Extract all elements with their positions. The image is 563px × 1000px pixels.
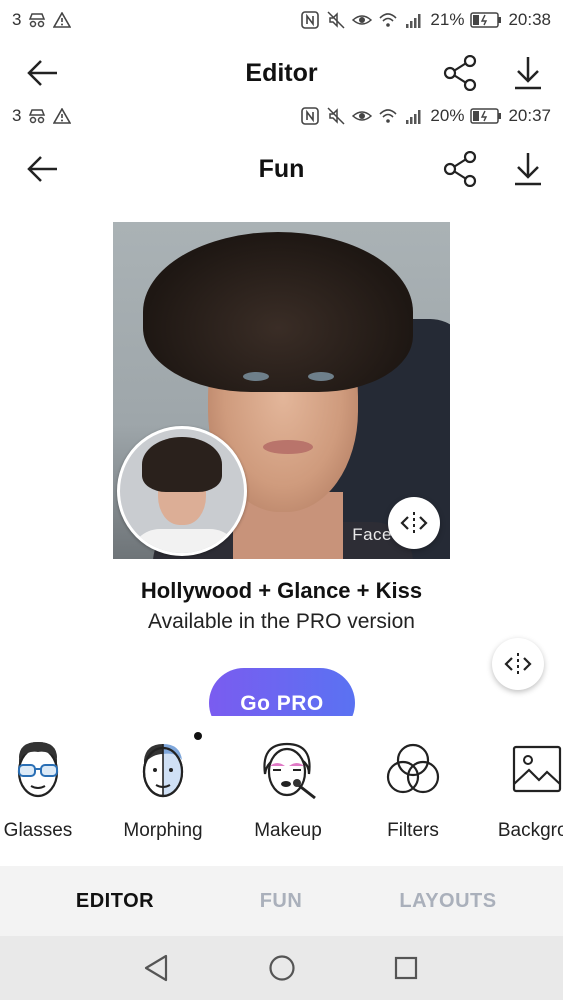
eye-icon [352, 111, 373, 121]
battery-icon [470, 108, 502, 124]
square-recents-icon [394, 956, 418, 980]
photo-eye-left [243, 372, 269, 381]
tab-fun[interactable]: FUN [196, 866, 366, 936]
battery-percent: 20% [430, 106, 465, 125]
nfc-icon [301, 11, 320, 29]
back-button[interactable] [24, 150, 62, 188]
tool-label: Filters [387, 820, 439, 841]
compare-icon [504, 653, 532, 675]
tool-label: Makeup [254, 820, 322, 841]
new-indicator-dot [194, 732, 202, 740]
arrow-left-icon [27, 156, 57, 182]
photo-hair [143, 232, 413, 392]
compare-button[interactable] [388, 497, 440, 549]
notification-count: 3 [12, 10, 22, 29]
tool-background[interactable]: Backgrou [483, 730, 563, 850]
nav-recents-button[interactable] [386, 950, 426, 986]
status-right: 21% 20:38 [300, 10, 551, 30]
tool-glasses[interactable]: Glasses [0, 730, 93, 850]
glasses-face-icon [7, 736, 69, 802]
signal-icon [406, 110, 421, 124]
share-icon [443, 151, 477, 187]
triangle-back-icon [144, 954, 168, 982]
share-icon [443, 55, 477, 91]
editor-app-bar: Editor [0, 42, 563, 104]
tools-strip[interactable]: Glasses Morphing Makeup Filters Backgrou [0, 730, 563, 860]
tab-layouts[interactable]: LAYOUTS [363, 866, 533, 936]
thumb-hair [142, 437, 222, 492]
signal-icon [406, 14, 421, 28]
tab-editor[interactable]: EDITOR [30, 866, 200, 936]
eye-icon [352, 15, 373, 25]
nfc-icon [301, 107, 320, 125]
mute-icon [327, 11, 345, 29]
watermark-text: Face [352, 525, 392, 544]
filters-icon [382, 736, 444, 802]
compare-floating-button[interactable] [492, 638, 544, 690]
thumb-shirt [130, 529, 240, 553]
arrow-left-icon [27, 60, 57, 86]
tool-filters[interactable]: Filters [358, 730, 468, 850]
status-right: 20% 20:37 [300, 106, 551, 126]
makeup-face-icon [257, 736, 319, 802]
download-button[interactable] [508, 53, 548, 93]
photo-lips [263, 440, 313, 454]
compare-icon [400, 512, 428, 534]
download-icon [515, 153, 541, 186]
clock: 20:38 [508, 10, 551, 29]
battery-percent: 21% [430, 10, 465, 29]
back-button[interactable] [24, 54, 62, 92]
mute-icon [327, 107, 345, 125]
tool-makeup[interactable]: Makeup [233, 730, 343, 850]
tool-morphing[interactable]: Morphing [108, 730, 218, 850]
download-button[interactable] [508, 149, 548, 189]
battery-icon [470, 12, 502, 28]
effect-availability: Available in the PRO version [148, 610, 415, 633]
status-left: 3 [12, 10, 72, 30]
photo-eye-right [308, 372, 334, 381]
nav-home-button[interactable] [262, 950, 302, 986]
background-image-icon [507, 736, 563, 802]
go-pro-button-wrap: Go PRO [209, 668, 355, 716]
nav-back-button[interactable] [136, 950, 176, 986]
incognito-icon [29, 109, 46, 124]
status-left: 3 [12, 106, 72, 126]
warning-icon [53, 108, 72, 124]
download-icon [515, 57, 541, 90]
status-bar-secondary: 3 20% 20:37 [0, 96, 563, 136]
warning-icon [53, 12, 72, 28]
tool-label: Backgrou [497, 820, 563, 841]
morphing-face-icon [132, 736, 194, 802]
bottom-tab-bar: EDITOR FUN LAYOUTS [0, 866, 563, 936]
effect-name: Hollywood + Glance + Kiss [140, 578, 423, 603]
tool-label: Glasses [3, 820, 73, 841]
fun-app-bar: Fun [0, 138, 563, 200]
tool-label: Morphing [123, 820, 203, 841]
clock: 20:37 [508, 106, 551, 125]
wifi-icon [379, 109, 397, 123]
wifi-icon [379, 13, 397, 27]
share-button[interactable] [440, 53, 480, 93]
incognito-icon [29, 13, 46, 28]
share-button[interactable] [440, 149, 480, 189]
original-photo-thumbnail[interactable] [117, 426, 247, 556]
notification-count: 3 [12, 106, 22, 125]
system-navigation-bar [0, 936, 563, 1000]
status-bar: 3 21% 20:38 [0, 0, 563, 40]
circle-home-icon [269, 955, 295, 981]
go-pro-button[interactable]: Go PRO [209, 668, 355, 716]
